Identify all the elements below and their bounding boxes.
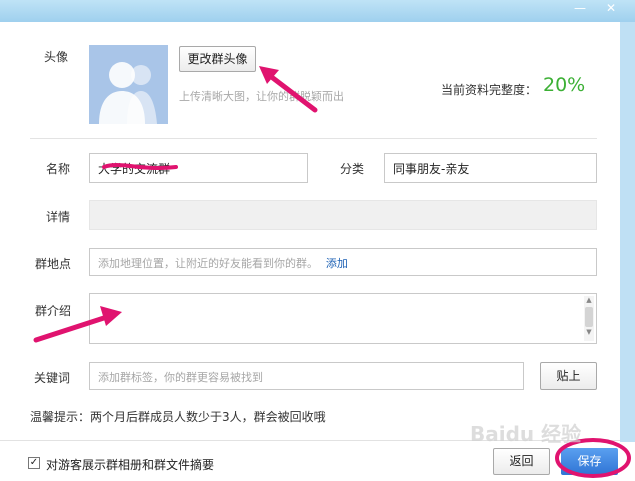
showcase-checkbox[interactable]: ✓ (28, 457, 40, 469)
name-label: 名称 (46, 162, 71, 176)
name-scribble-annotation (102, 163, 178, 170)
category-label: 分类 (340, 162, 365, 176)
keywords-input[interactable]: 添加群标签，你的群更容易被找到 (89, 362, 524, 390)
title-bar (0, 0, 635, 22)
minimize-button[interactable]: — (567, 0, 593, 18)
check-icon: ✓ (29, 457, 39, 468)
section-divider (30, 138, 597, 139)
category-value: 同事朋友-亲友 (393, 162, 470, 176)
scroll-thumb[interactable] (585, 307, 593, 327)
location-add-link[interactable]: 添加 (326, 257, 348, 270)
location-input[interactable]: 添加地理位置，让附近的好友能看到你的群。 添加 (89, 248, 597, 276)
minimize-icon: — (574, 1, 586, 15)
location-label: 群地点 (35, 257, 72, 271)
details-label: 详情 (46, 210, 71, 224)
category-select[interactable]: 同事朋友-亲友 (384, 153, 597, 183)
keywords-label: 关键词 (34, 371, 71, 385)
close-icon: ✕ (605, 1, 617, 15)
arrow-annotation-intro (33, 306, 122, 343)
notice-text: 温馨提示：两个月后群成员人数少于3人，群会被回收哦 (30, 410, 326, 424)
avatar-label: 头像 (44, 50, 69, 64)
arrow-annotation-avatar (259, 66, 318, 113)
paste-button[interactable]: 贴上 (540, 362, 597, 390)
window-side-strip (620, 22, 635, 442)
avatar (89, 45, 168, 124)
location-placeholder: 添加地理位置，让附近的好友能看到你的群。 (98, 257, 318, 270)
intro-scrollbar[interactable]: ▲ ▼ (584, 296, 594, 341)
keywords-placeholder: 添加群标签，你的群更容易被找到 (98, 371, 263, 384)
default-avatar-icon (89, 45, 168, 124)
scroll-down-icon[interactable]: ▼ (584, 327, 594, 337)
completeness-value: 20% (543, 74, 586, 96)
intro-textarea[interactable]: ▲ ▼ (89, 293, 597, 344)
completeness-label: 当前资料完整度： (441, 83, 538, 97)
change-avatar-button[interactable]: 更改群头像 (179, 46, 256, 72)
showcase-checkbox-label: 对游客展示群相册和群文件摘要 (46, 458, 215, 472)
watermark: Baidu 经验 (470, 422, 582, 446)
details-field (89, 200, 597, 230)
back-button[interactable]: 返回 (493, 448, 550, 475)
close-button[interactable]: ✕ (598, 0, 624, 18)
scroll-up-icon[interactable]: ▲ (584, 296, 594, 304)
